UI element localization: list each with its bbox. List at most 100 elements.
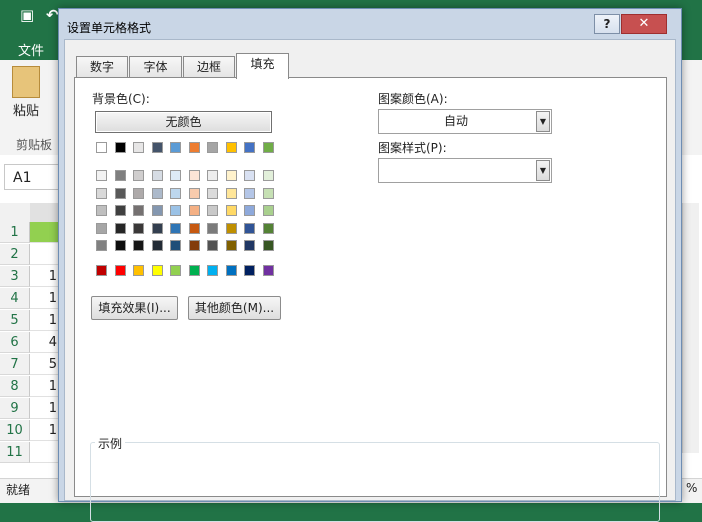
color-swatch[interactable] xyxy=(151,142,163,153)
color-swatch[interactable] xyxy=(151,205,163,216)
color-swatch[interactable] xyxy=(114,187,126,199)
standard-color-swatch[interactable] xyxy=(188,265,200,276)
table-cell[interactable]: 4 xyxy=(30,332,60,353)
color-swatch[interactable] xyxy=(188,142,200,153)
color-swatch[interactable] xyxy=(188,222,200,234)
color-swatch[interactable] xyxy=(133,187,144,199)
color-swatch[interactable] xyxy=(151,222,163,234)
row-header[interactable]: 3 xyxy=(0,266,30,287)
color-swatch[interactable] xyxy=(262,240,274,251)
color-swatch[interactable] xyxy=(225,170,237,181)
row-header[interactable]: 9 xyxy=(0,398,30,419)
pattern-style-select[interactable]: ▼ xyxy=(378,158,552,183)
color-swatch[interactable] xyxy=(244,170,255,181)
color-swatch[interactable] xyxy=(262,222,274,234)
color-swatch[interactable] xyxy=(151,187,163,199)
tab-border[interactable]: 边框 xyxy=(183,56,235,78)
color-swatch[interactable] xyxy=(96,187,107,199)
color-swatch[interactable] xyxy=(188,240,200,251)
standard-color-swatch[interactable] xyxy=(96,265,107,276)
color-swatch[interactable] xyxy=(244,205,255,216)
tab-fill[interactable]: 填充 xyxy=(236,53,289,79)
standard-color-swatch[interactable] xyxy=(207,265,218,276)
row-header[interactable]: 6 xyxy=(0,332,30,353)
chevron-down-icon[interactable]: ▼ xyxy=(536,111,550,132)
row-header[interactable]: 5 xyxy=(0,310,30,331)
pattern-color-select[interactable]: 自动 ▼ xyxy=(378,109,552,134)
color-swatch[interactable] xyxy=(114,205,126,216)
color-swatch[interactable] xyxy=(170,205,181,216)
row-header[interactable]: 2 xyxy=(0,244,30,265)
color-swatch[interactable] xyxy=(114,142,126,153)
color-swatch[interactable] xyxy=(114,170,126,181)
no-color-button[interactable]: 无颜色 xyxy=(95,111,272,133)
table-cell[interactable]: 1 xyxy=(30,266,60,287)
color-swatch[interactable] xyxy=(151,170,163,181)
color-swatch[interactable] xyxy=(207,170,218,181)
save-icon[interactable]: ▣ xyxy=(20,6,34,24)
color-swatch[interactable] xyxy=(244,240,255,251)
table-cell[interactable]: 1 xyxy=(30,288,60,309)
row-header[interactable]: 10 xyxy=(0,420,30,441)
color-swatch[interactable] xyxy=(96,170,107,181)
color-swatch[interactable] xyxy=(96,222,107,234)
color-swatch[interactable] xyxy=(170,142,181,153)
undo-icon[interactable]: ↶ xyxy=(46,6,59,24)
color-swatch[interactable] xyxy=(151,240,163,251)
standard-color-swatch[interactable] xyxy=(244,265,255,276)
color-swatch[interactable] xyxy=(225,205,237,216)
color-swatch[interactable] xyxy=(244,222,255,234)
color-swatch[interactable] xyxy=(133,205,144,216)
table-cell[interactable] xyxy=(30,222,60,243)
row-header[interactable]: 7 xyxy=(0,354,30,375)
color-swatch[interactable] xyxy=(170,240,181,251)
color-swatch[interactable] xyxy=(207,240,218,251)
color-swatch[interactable] xyxy=(207,222,218,234)
table-cell[interactable] xyxy=(30,442,60,463)
table-cell[interactable]: 1 xyxy=(30,376,60,397)
color-swatch[interactable] xyxy=(188,205,200,216)
color-swatch[interactable] xyxy=(188,170,200,181)
color-swatch[interactable] xyxy=(96,142,107,153)
fill-effects-button[interactable]: 填充效果(I)... xyxy=(91,296,178,320)
row-header[interactable]: 8 xyxy=(0,376,30,397)
row-header[interactable]: 1 xyxy=(0,222,30,243)
color-swatch[interactable] xyxy=(207,142,218,153)
color-swatch[interactable] xyxy=(207,187,218,199)
color-swatch[interactable] xyxy=(170,222,181,234)
color-swatch[interactable] xyxy=(170,170,181,181)
name-box[interactable]: A1 xyxy=(4,164,60,190)
column-header-a[interactable] xyxy=(30,203,60,224)
standard-color-swatch[interactable] xyxy=(262,265,274,276)
paste-button[interactable]: 粘贴 xyxy=(13,100,39,119)
table-cell[interactable]: 5 xyxy=(30,354,60,375)
select-all-corner[interactable] xyxy=(0,203,30,223)
color-swatch[interactable] xyxy=(96,240,107,251)
color-swatch[interactable] xyxy=(133,142,144,153)
more-colors-button[interactable]: 其他颜色(M)... xyxy=(188,296,281,320)
standard-color-swatch[interactable] xyxy=(225,265,237,276)
help-button[interactable]: ? xyxy=(594,14,620,34)
color-swatch[interactable] xyxy=(133,170,144,181)
chevron-down-icon[interactable]: ▼ xyxy=(536,160,550,181)
color-swatch[interactable] xyxy=(114,240,126,251)
color-swatch[interactable] xyxy=(170,187,181,199)
tab-number[interactable]: 数字 xyxy=(76,56,128,78)
vertical-scrollbar[interactable] xyxy=(682,203,699,453)
standard-color-swatch[interactable] xyxy=(151,265,163,276)
color-swatch[interactable] xyxy=(114,222,126,234)
close-button[interactable]: ✕ xyxy=(621,14,667,34)
color-swatch[interactable] xyxy=(262,205,274,216)
color-swatch[interactable] xyxy=(262,142,274,153)
row-header[interactable]: 11 xyxy=(0,442,30,463)
color-swatch[interactable] xyxy=(225,142,237,153)
color-swatch[interactable] xyxy=(133,240,144,251)
color-swatch[interactable] xyxy=(225,187,237,199)
table-cell[interactable]: 1 xyxy=(30,398,60,419)
standard-color-swatch[interactable] xyxy=(114,265,126,276)
color-swatch[interactable] xyxy=(133,222,144,234)
color-swatch[interactable] xyxy=(207,205,218,216)
row-header[interactable]: 4 xyxy=(0,288,30,309)
color-swatch[interactable] xyxy=(262,187,274,199)
color-swatch[interactable] xyxy=(225,222,237,234)
